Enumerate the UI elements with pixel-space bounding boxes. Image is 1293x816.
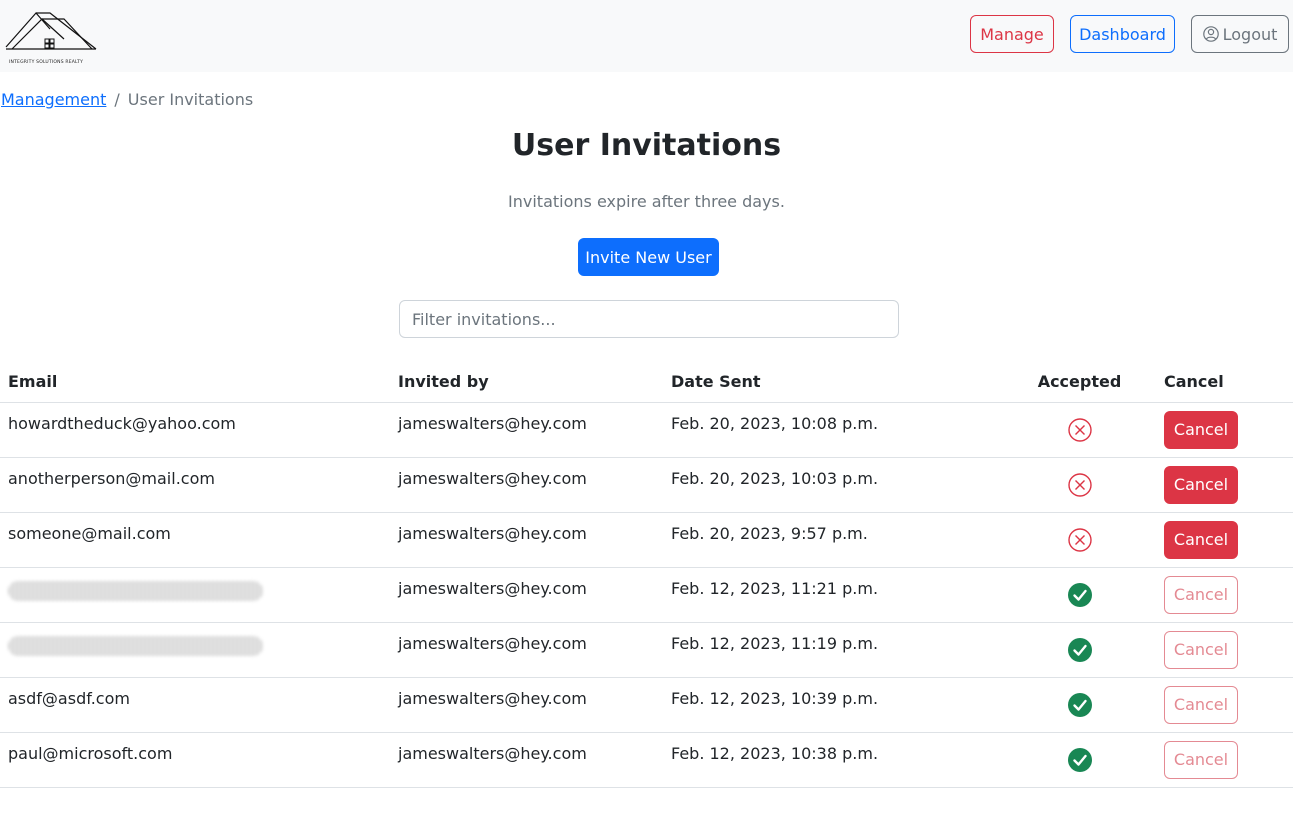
header-invited-by: Invited by [390, 362, 663, 403]
cancel-cell: Cancel [1156, 732, 1293, 788]
check-circle-icon [1067, 637, 1092, 662]
cancel-invitation-button[interactable]: Cancel [1164, 465, 1238, 504]
filter-invitations-input[interactable] [399, 300, 899, 338]
email-cell: paul@microsoft.com [8, 743, 173, 763]
cancel-cell: Cancel [1156, 457, 1293, 513]
breadcrumb-current: User Invitations [127, 90, 254, 109]
person-circle-icon [1202, 26, 1219, 42]
header-accepted: Accepted [1003, 362, 1156, 403]
brand-logo[interactable]: INTEGRITY SOLUTIONS REALTY [4, 9, 98, 65]
cancel-invitation-button[interactable]: Cancel [1164, 630, 1238, 669]
manage-button[interactable]: Manage [970, 15, 1054, 53]
email-column: asdf@asdf.com [0, 677, 390, 733]
email-column [0, 567, 390, 623]
invited-by-cell: jameswalters@hey.com [390, 622, 663, 678]
cancel-cell: Cancel [1156, 512, 1293, 568]
x-circle-icon [1067, 472, 1092, 497]
accepted-cell [1003, 457, 1156, 513]
breadcrumb: Management / User Invitations [1, 90, 253, 109]
x-circle-icon [1067, 417, 1092, 442]
check-circle-icon [1067, 747, 1092, 772]
logout-button[interactable]: Logout [1191, 15, 1289, 53]
header-cancel: Cancel [1156, 362, 1293, 403]
cancel-cell: Cancel [1156, 677, 1293, 733]
table-header-row: Email Invited by Date Sent Accepted Canc… [0, 362, 1293, 403]
cancel-invitation-button[interactable]: Cancel [1164, 520, 1238, 559]
page-title: User Invitations [511, 128, 782, 163]
invited-by-cell: jameswalters@hey.com [390, 677, 663, 733]
email-cell: asdf@asdf.com [8, 688, 130, 708]
email-cell: anotherperson@mail.com [8, 468, 215, 488]
cancel-cell: Cancel [1156, 567, 1293, 623]
email-column: paul@microsoft.com [0, 732, 390, 788]
email-column: someone@mail.com [0, 512, 390, 568]
invited-by-cell: jameswalters@hey.com [390, 567, 663, 623]
accepted-cell [1003, 677, 1156, 733]
table-row: asdf@asdf.com jameswalters@hey.com Feb. … [0, 677, 1293, 733]
email-cell: someone@mail.com [8, 523, 171, 543]
invited-by-cell: jameswalters@hey.com [390, 732, 663, 788]
page-subtitle: Invitations expire after three days. [508, 192, 785, 211]
breadcrumb-management-link[interactable]: Management [1, 90, 106, 109]
cancel-invitation-button[interactable]: Cancel [1164, 575, 1238, 614]
house-logo-icon [5, 12, 97, 50]
accepted-cell [1003, 622, 1156, 678]
cancel-cell: Cancel [1156, 622, 1293, 678]
table-row: jameswalters@hey.com Feb. 12, 2023, 11:2… [0, 567, 1293, 623]
redacted-email [8, 635, 263, 656]
date-sent-cell: Feb. 20, 2023, 10:08 p.m. [663, 402, 1003, 458]
logout-label: Logout [1222, 24, 1278, 44]
invited-by-cell: jameswalters@hey.com [390, 457, 663, 513]
invited-by-cell: jameswalters@hey.com [390, 402, 663, 458]
dashboard-button[interactable]: Dashboard [1070, 15, 1175, 53]
invited-by-cell: jameswalters@hey.com [390, 512, 663, 568]
brand-logo-text: INTEGRITY SOLUTIONS REALTY [9, 60, 84, 65]
email-column: anotherperson@mail.com [0, 457, 390, 513]
email-column [0, 622, 390, 678]
x-circle-icon [1067, 527, 1092, 552]
date-sent-cell: Feb. 12, 2023, 11:19 p.m. [663, 622, 1003, 678]
breadcrumb-separator: / [114, 90, 120, 109]
accepted-cell [1003, 402, 1156, 458]
table-row: paul@microsoft.com jameswalters@hey.com … [0, 732, 1293, 788]
table-row: someone@mail.com jameswalters@hey.com Fe… [0, 512, 1293, 568]
accepted-cell [1003, 567, 1156, 623]
cancel-invitation-button[interactable]: Cancel [1164, 410, 1238, 449]
cancel-invitation-button[interactable]: Cancel [1164, 740, 1238, 779]
cancel-invitation-button[interactable]: Cancel [1164, 685, 1238, 724]
date-sent-cell: Feb. 20, 2023, 9:57 p.m. [663, 512, 1003, 568]
accepted-cell [1003, 732, 1156, 788]
invite-new-user-button[interactable]: Invite New User [578, 238, 719, 276]
cancel-cell: Cancel [1156, 402, 1293, 458]
accepted-cell [1003, 512, 1156, 568]
date-sent-cell: Feb. 12, 2023, 10:38 p.m. [663, 732, 1003, 788]
check-circle-icon [1067, 582, 1092, 607]
header-date-sent: Date Sent [663, 362, 1003, 403]
header-email: Email [0, 362, 390, 403]
email-cell: howardtheduck@yahoo.com [8, 413, 236, 433]
table-row: jameswalters@hey.com Feb. 12, 2023, 11:1… [0, 622, 1293, 678]
redacted-email [8, 580, 263, 601]
navbar: INTEGRITY SOLUTIONS REALTY Manage Dashbo… [0, 0, 1293, 72]
email-column: howardtheduck@yahoo.com [0, 402, 390, 458]
table-row: anotherperson@mail.com jameswalters@hey.… [0, 457, 1293, 513]
date-sent-cell: Feb. 12, 2023, 10:39 p.m. [663, 677, 1003, 733]
date-sent-cell: Feb. 20, 2023, 10:03 p.m. [663, 457, 1003, 513]
date-sent-cell: Feb. 12, 2023, 11:21 p.m. [663, 567, 1003, 623]
invitations-table: Email Invited by Date Sent Accepted Canc… [0, 362, 1293, 788]
check-circle-icon [1067, 692, 1092, 717]
table-row: howardtheduck@yahoo.com jameswalters@hey… [0, 402, 1293, 458]
